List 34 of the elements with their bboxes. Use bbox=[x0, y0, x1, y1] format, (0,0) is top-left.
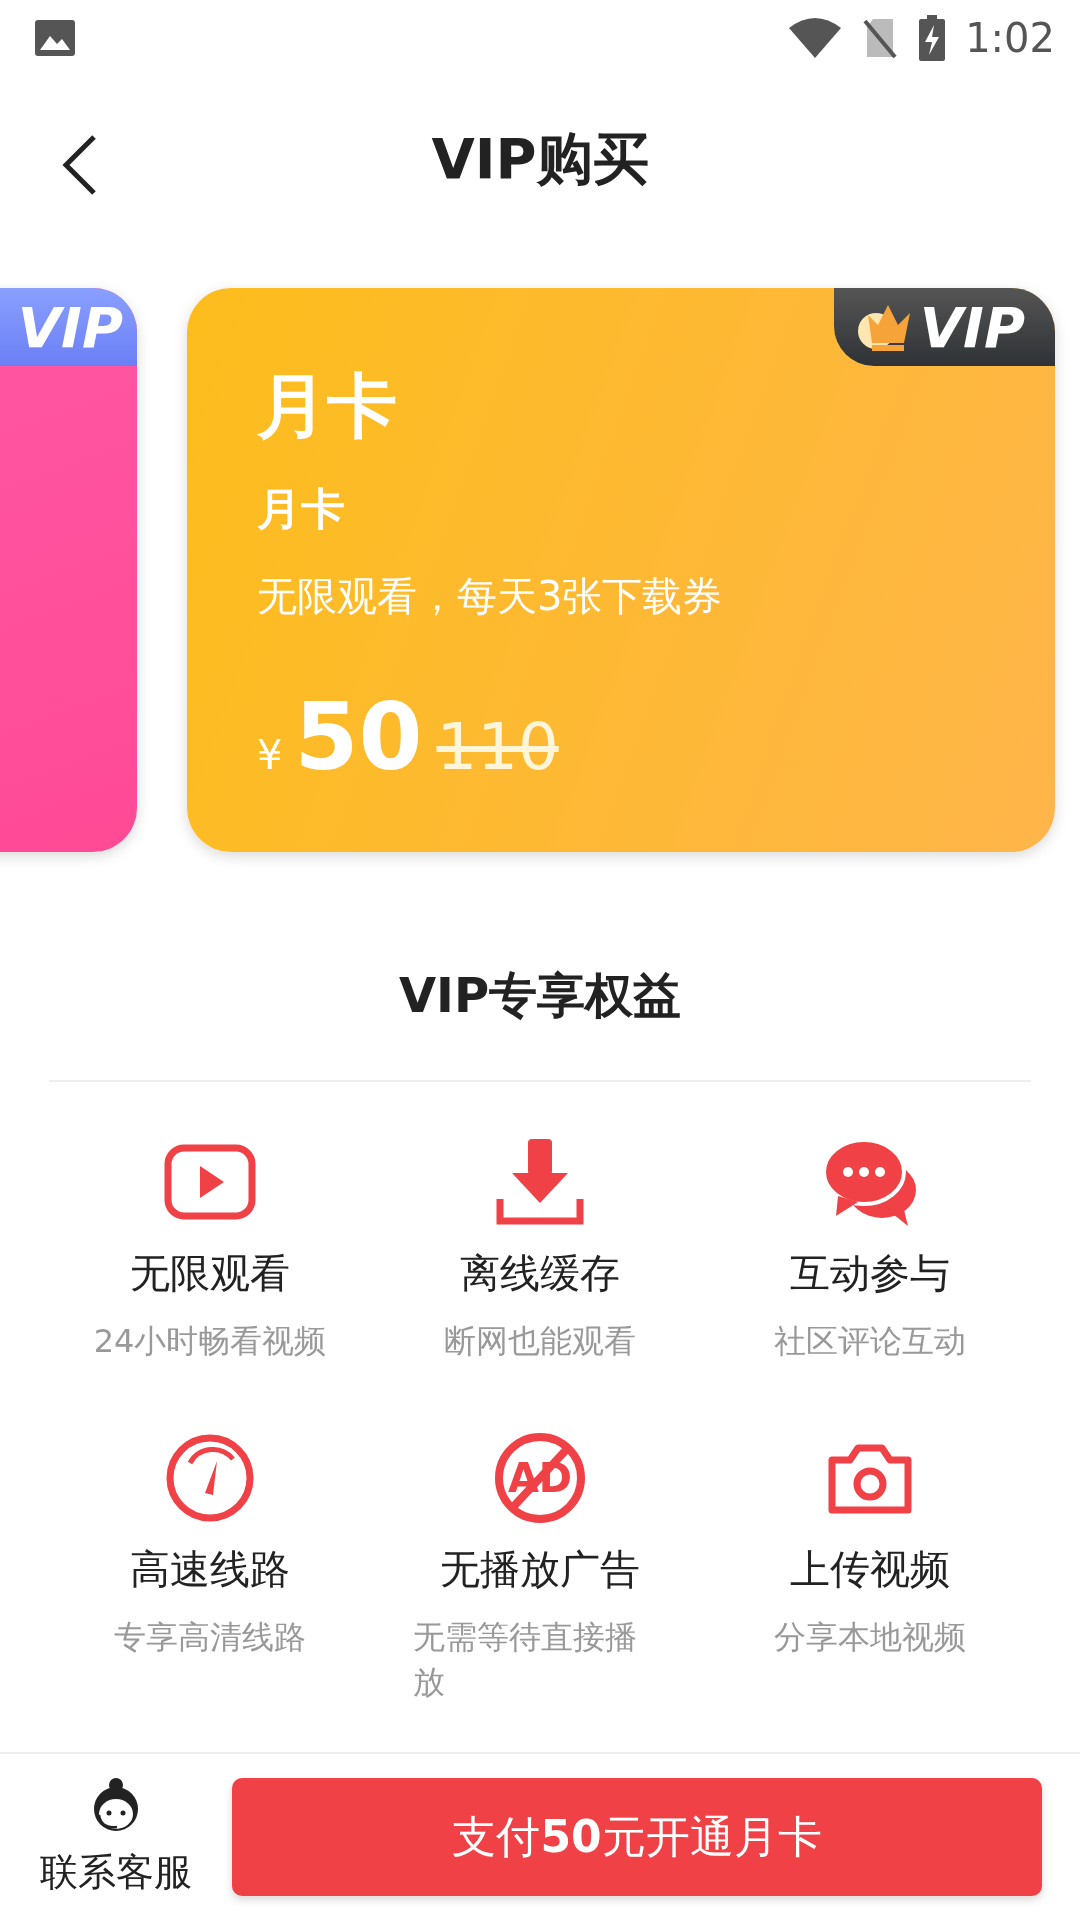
benefit-description: 分享本地视频 bbox=[774, 1616, 966, 1658]
benefit-description: 无需等待直接播放 bbox=[412, 1616, 638, 1703]
no-sim-icon bbox=[863, 16, 898, 59]
battery-charging-icon bbox=[919, 14, 946, 61]
speedometer-icon bbox=[165, 1432, 255, 1523]
card-description: 无限观看，每天3张下载券 bbox=[257, 572, 723, 621]
benefit-title: 无播放广告 bbox=[440, 1544, 640, 1594]
vip-badge: VIP bbox=[0, 288, 137, 366]
benefit-description: 24小时畅看视频 bbox=[93, 1321, 327, 1362]
benefit-title: 上传视频 bbox=[790, 1544, 950, 1594]
price: 50 bbox=[294, 684, 423, 791]
page-title: VIP购买 bbox=[431, 125, 649, 193]
section-title: VIP专享权益 bbox=[397, 966, 683, 1024]
benefit-title: 高速线路 bbox=[130, 1544, 290, 1594]
benefit-title: 离线缓存 bbox=[460, 1249, 620, 1298]
image-icon bbox=[35, 19, 75, 56]
vip-badge: VIP bbox=[833, 288, 1055, 366]
benefit-description: 专享高清线路 bbox=[114, 1616, 306, 1658]
benefit-description: 断网也能观看 bbox=[444, 1321, 636, 1362]
status-time: 1:02 bbox=[965, 14, 1055, 61]
vip-card[interactable]: VIP 月卡 月卡 无限观看，每天3张下载券 ¥50 110 bbox=[187, 288, 1055, 852]
play-icon bbox=[164, 1144, 256, 1220]
pay-button[interactable]: 支付50元开通月卡 bbox=[232, 1778, 1042, 1896]
download-icon bbox=[496, 1139, 584, 1225]
currency-symbol: ¥ bbox=[257, 732, 283, 778]
agent-icon bbox=[91, 1776, 141, 1833]
original-price: 110 bbox=[436, 710, 559, 784]
customer-service-button[interactable]: 联系客服 bbox=[40, 1776, 192, 1898]
card-subtitle: 月卡 bbox=[257, 482, 345, 536]
benefit-title: 互动参与 bbox=[790, 1249, 950, 1298]
benefit-title: 无限观看 bbox=[130, 1249, 290, 1298]
benefit-description: 社区评论互动 bbox=[774, 1321, 966, 1362]
wifi-icon bbox=[789, 17, 842, 58]
card-title: 月卡 bbox=[257, 364, 397, 449]
